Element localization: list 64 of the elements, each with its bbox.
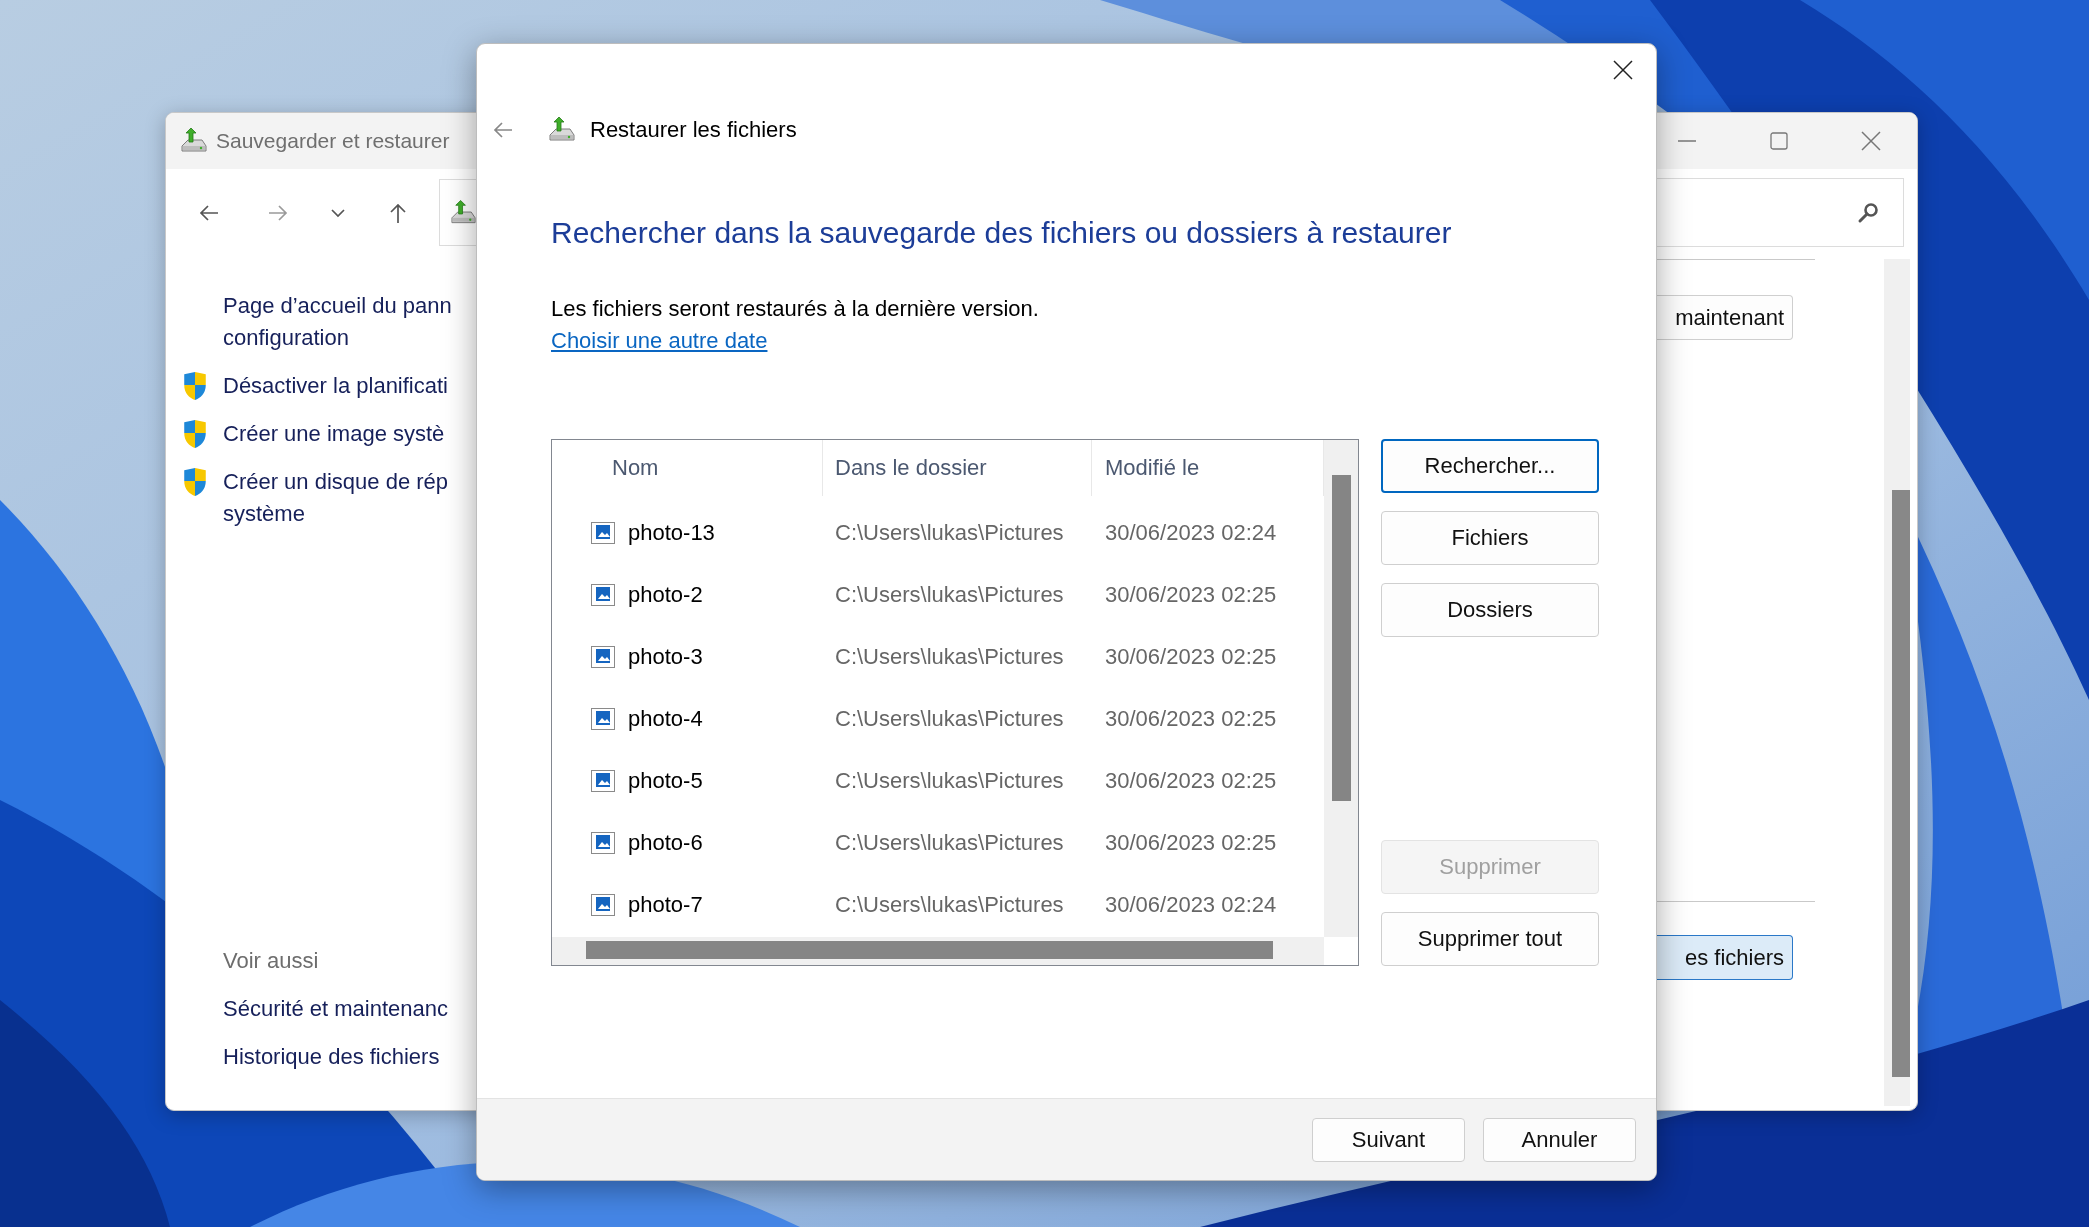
action-button[interactable]: Supprimer tout (1381, 912, 1599, 966)
table-cell-text: 30/06/2023 02:25 (1104, 768, 1278, 794)
action-button[interactable]: Fichiers (1381, 511, 1599, 565)
backup-drive-icon (548, 116, 576, 144)
table-cell-text: C:\Users\lukas\Pictures (834, 706, 1065, 732)
search-icon[interactable] (1857, 201, 1879, 224)
table-cell-text: C:\Users\lukas\Pictures (834, 830, 1065, 856)
maximize-icon[interactable] (1769, 131, 1789, 151)
dialog-title: Restaurer les fichiers (590, 117, 797, 143)
file-name[interactable]: photo-5 (628, 768, 703, 794)
table-cell-text: C:\Users\lukas\Pictures (834, 644, 1065, 670)
file-name[interactable]: photo-4 (628, 706, 703, 732)
table-cell-text: C:\Users\lukas\Pictures (834, 582, 1065, 608)
file-name[interactable]: photo-2 (628, 582, 703, 608)
vertical-scrollbar[interactable] (1324, 440, 1358, 937)
image-file-icon (591, 770, 615, 792)
footer-button[interactable]: Suivant (1312, 1117, 1465, 1162)
table-cell-text: 30/06/2023 02:25 (1104, 644, 1278, 670)
shield-icon (182, 372, 208, 400)
image-file-icon (591, 894, 615, 916)
horizontal-scrollbar[interactable] (552, 937, 1324, 965)
action-button[interactable]: maintenant (1656, 295, 1793, 340)
file-list[interactable] (551, 439, 1359, 966)
sidebar-link[interactable]: Créer un disque de rép système (223, 466, 449, 530)
file-name[interactable]: photo-3 (628, 644, 703, 670)
search-field[interactable] (1656, 178, 1904, 247)
chevron-down-icon[interactable] (330, 207, 346, 218)
sidebar-link[interactable]: Désactiver la planificati (223, 370, 448, 402)
action-button[interactable]: es fichiers (1656, 935, 1793, 980)
description: Les fichiers seront restaurés à la dernière version. (551, 295, 1040, 323)
sidebar-link[interactable]: Créer une image systè (223, 418, 445, 450)
window-title: Sauvegarder et restaurer (216, 129, 450, 153)
shield-icon (182, 468, 208, 496)
file-name[interactable]: photo-6 (628, 830, 703, 856)
image-file-icon (591, 832, 615, 854)
backup-drive-icon (180, 127, 208, 155)
table-cell-text: 30/06/2023 02:24 (1104, 892, 1278, 918)
table-cell-text: C:\Users\lukas\Pictures (834, 768, 1065, 794)
table-cell-text: C:\Users\lukas\Pictures (834, 520, 1065, 546)
dialog-heading: Rechercher dans la sauvegarde des fichiers ou dossiers à restaurer (551, 215, 1453, 251)
image-file-icon (591, 708, 615, 730)
action-button[interactable]: Rechercher... (1381, 439, 1599, 493)
footer-button[interactable]: Annuler (1483, 1117, 1636, 1162)
sidebar-link[interactable]: Page d’accueil du pann configuration (223, 290, 452, 354)
image-file-icon (591, 584, 615, 606)
column-header[interactable]: Nom (552, 440, 823, 496)
table-cell-text: 30/06/2023 02:25 (1104, 706, 1278, 732)
close-icon[interactable] (1612, 59, 1634, 81)
date-link[interactable]: Choisir une autre date (551, 325, 768, 357)
table-cell-text: C:\Users\lukas\Pictures (834, 892, 1065, 918)
shield-icon (182, 420, 208, 448)
action-button[interactable]: Dossiers (1381, 583, 1599, 637)
scrollbar[interactable] (1884, 259, 1910, 1106)
image-file-icon (591, 522, 615, 544)
table-cell-text: 30/06/2023 02:25 (1104, 582, 1278, 608)
table-cell-text: 30/06/2023 02:25 (1104, 830, 1278, 856)
file-name[interactable]: photo-13 (628, 520, 715, 546)
image-file-icon (591, 646, 615, 668)
file-name[interactable]: photo-7 (628, 892, 703, 918)
section-heading: Voir aussi (223, 947, 320, 975)
sidebar-link[interactable]: Sécurité et maintenanc (223, 993, 477, 1025)
column-header[interactable]: Dans le dossier (823, 440, 1092, 496)
sidebar-link[interactable]: Historique des fichiers (223, 1041, 477, 1073)
table-cell-text: 30/06/2023 02:24 (1104, 520, 1278, 546)
